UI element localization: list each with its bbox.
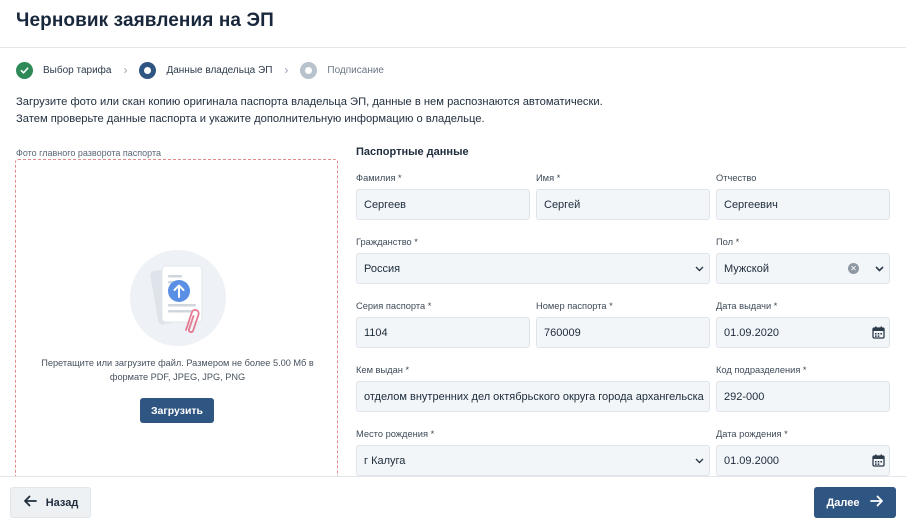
number-label: Номер паспорта * — [536, 301, 613, 311]
birth-place-select[interactable]: г Калуга — [356, 445, 710, 476]
surname-field[interactable]: Сергеев — [356, 189, 530, 220]
intro-line: Загрузите фото или скан копию оригинала … — [16, 96, 603, 108]
next-button[interactable]: Далее — [814, 487, 896, 518]
birth-date-value: 01.09.2000 — [724, 454, 780, 467]
birth-date-field[interactable]: 01.09.2000 — [716, 445, 890, 476]
division-code-field[interactable]: 292-000 — [716, 381, 890, 412]
step-label: Выбор тарифа — [43, 64, 112, 76]
series-value: 1104 — [364, 326, 388, 339]
issued-by-field[interactable]: отделом внутренних дел октябрьского окру… — [356, 381, 710, 412]
stepper: Выбор тарифа › Данные владельца ЭП › Под… — [16, 61, 384, 79]
pending-step-icon — [300, 61, 318, 79]
name-label: Имя * — [536, 173, 561, 183]
check-icon — [16, 61, 33, 79]
arrow-left-icon — [23, 495, 37, 510]
number-field[interactable]: 760009 — [536, 317, 710, 348]
upload-hint-line: Перетащите или загрузите файл. Размером … — [41, 358, 314, 368]
step-tariff[interactable]: Выбор тарифа — [16, 61, 112, 79]
upload-button[interactable]: Загрузить — [140, 398, 214, 423]
upload-label: Фото главного разворота паспорта — [16, 148, 162, 158]
number-value: 760009 — [544, 326, 581, 339]
name-value: Сергей — [544, 198, 581, 211]
chevron-right-icon: › — [284, 63, 289, 77]
step-signing: Подписание — [300, 61, 384, 79]
patronymic-value: Сергеевич — [724, 198, 778, 211]
intro-text: Загрузите фото или скан копию оригинала … — [16, 94, 603, 127]
page-title: Черновик заявления на ЭП — [16, 10, 274, 31]
step-owner-data[interactable]: Данные владельца ЭП — [139, 61, 273, 79]
issued-by-label: Кем выдан * — [356, 365, 410, 375]
issue-date-label: Дата выдачи * — [716, 301, 778, 311]
calendar-icon[interactable] — [867, 326, 889, 339]
division-code-value: 292-000 — [724, 390, 765, 403]
back-button[interactable]: Назад — [10, 487, 91, 518]
chevron-right-icon: › — [123, 63, 128, 77]
upload-hint-line: формате PDF, JPEG, JPG, PNG — [109, 372, 246, 382]
calendar-icon[interactable] — [867, 454, 889, 467]
document-upload-icon — [128, 248, 228, 348]
birth-place-value: г Калуга — [364, 454, 406, 467]
citizenship-value: Россия — [364, 262, 401, 275]
back-label: Назад — [45, 496, 79, 509]
next-label: Далее — [826, 496, 860, 509]
citizenship-label: Гражданство * — [356, 237, 418, 247]
division-code-label: Код подразделения * — [716, 365, 807, 375]
patronymic-label: Отчество — [716, 173, 757, 183]
birth-place-label: Место рождения * — [356, 429, 435, 439]
surname-value: Сергеев — [364, 198, 407, 211]
arrow-right-icon — [869, 495, 884, 510]
step-label: Подписание — [327, 64, 384, 76]
section-title: Паспортные данные — [356, 146, 469, 158]
chevron-down-icon — [869, 264, 889, 274]
clear-icon[interactable]: ✕ — [848, 263, 859, 274]
footer: Назад Далее — [0, 476, 906, 528]
chevron-down-icon — [689, 456, 709, 466]
chevron-down-icon — [689, 264, 709, 274]
issue-date-field[interactable]: 01.09.2020 — [716, 317, 890, 348]
surname-label: Фамилия * — [356, 173, 402, 183]
upload-hint: Перетащите или загрузите файл. Размером … — [26, 356, 329, 384]
issued-by-value: отделом внутренних дел октябрьского окру… — [364, 390, 704, 403]
step-label: Данные владельца ЭП — [166, 64, 273, 76]
header: Черновик заявления на ЭП — [0, 0, 906, 48]
passport-dropzone[interactable]: Перетащите или загрузите файл. Размером … — [15, 159, 338, 489]
intro-line: Затем проверьте данные паспорта и укажит… — [16, 112, 485, 125]
current-step-icon — [139, 61, 157, 79]
series-label: Серия паспорта * — [356, 301, 432, 311]
gender-label: Пол * — [716, 237, 740, 247]
name-field[interactable]: Сергей — [536, 189, 710, 220]
birth-date-label: Дата рождения * — [716, 429, 788, 439]
issue-date-value: 01.09.2020 — [724, 326, 780, 339]
citizenship-select[interactable]: Россия — [356, 253, 710, 284]
gender-value: Мужской — [724, 262, 769, 275]
gender-select[interactable]: Мужской ✕ — [716, 253, 890, 284]
series-field[interactable]: 1104 — [356, 317, 530, 348]
patronymic-field[interactable]: Сергеевич — [716, 189, 890, 220]
